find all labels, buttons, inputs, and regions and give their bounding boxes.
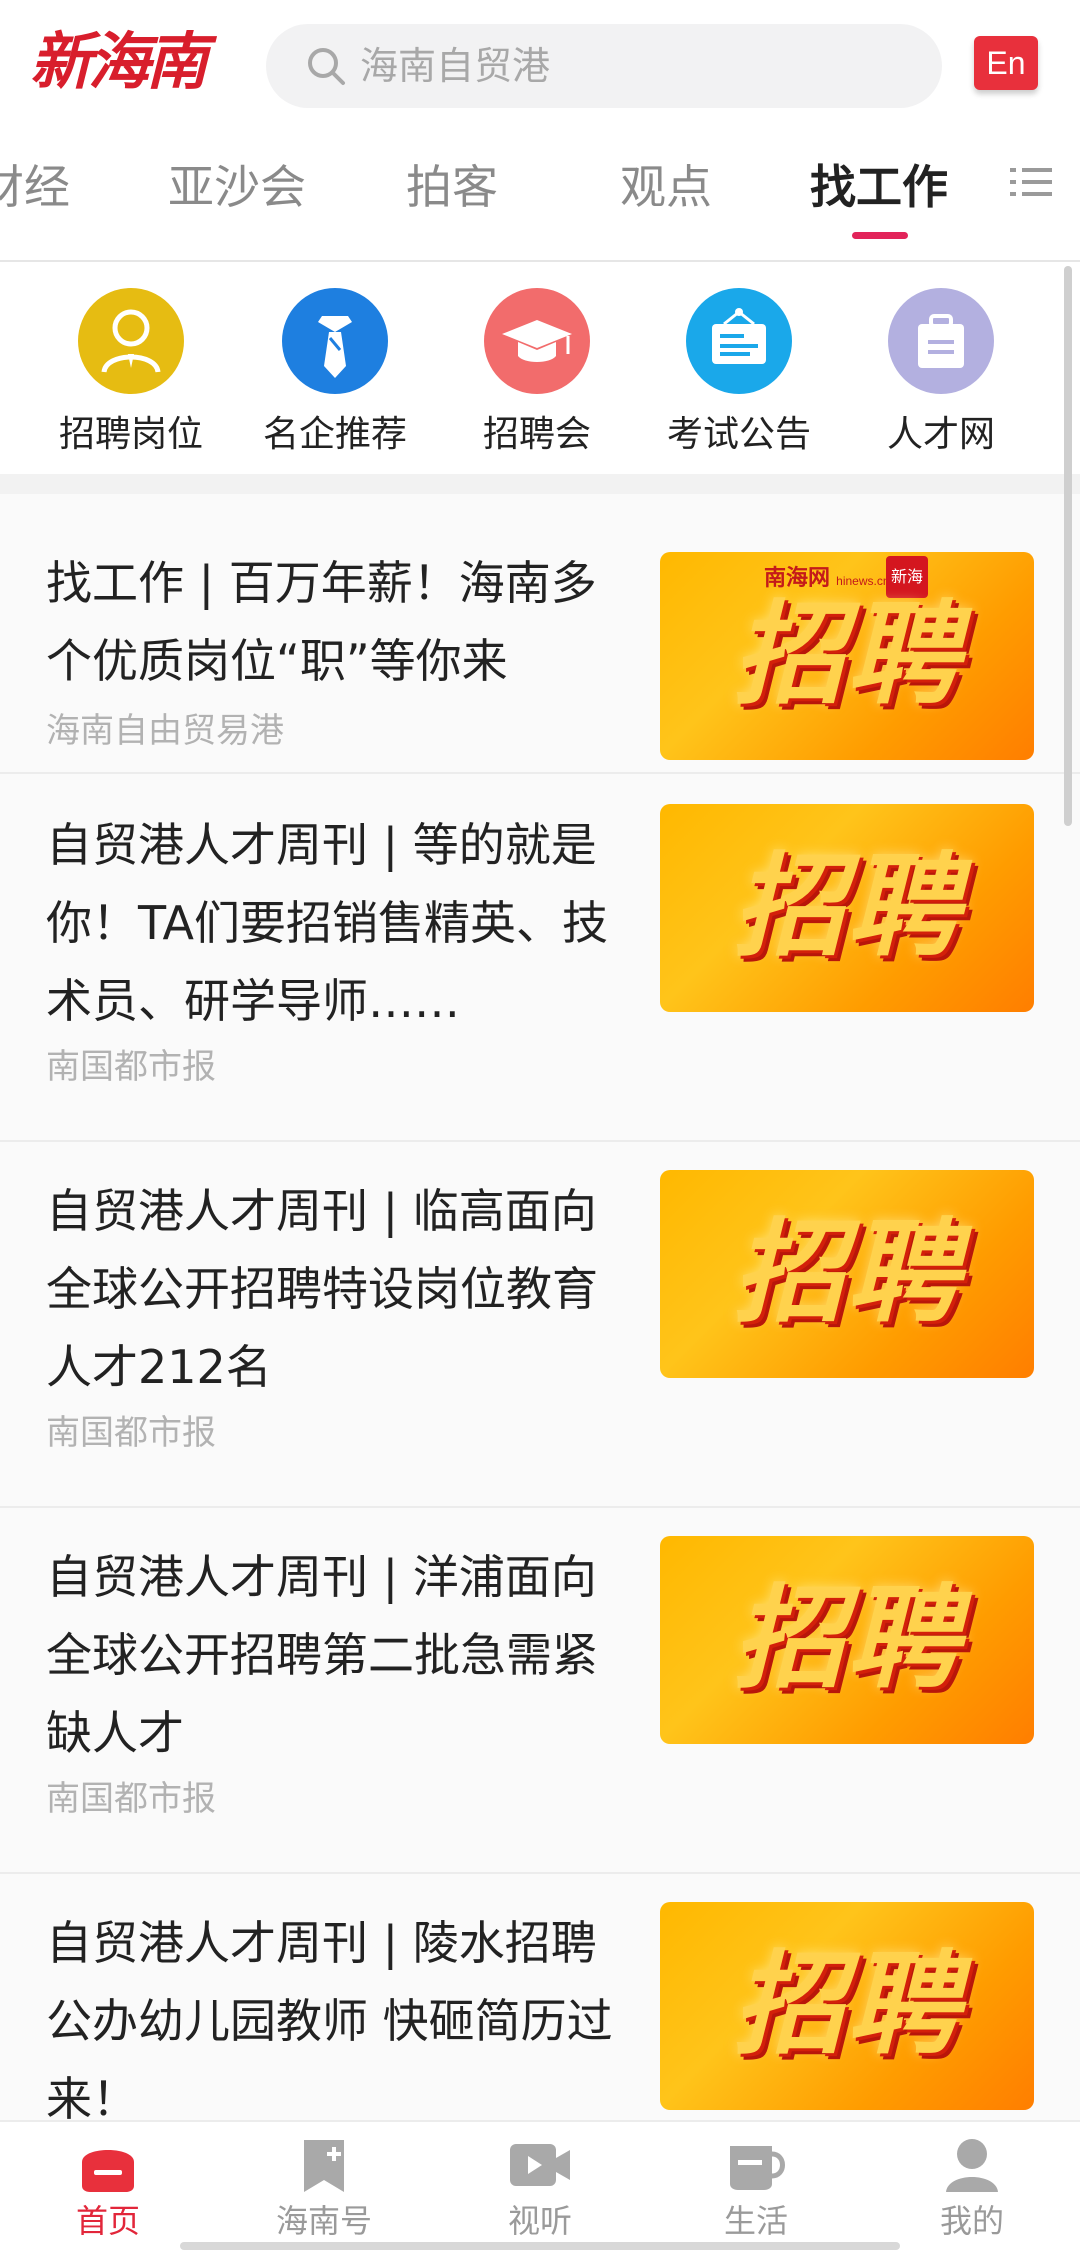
home-icon [82, 2150, 134, 2192]
category-exam-notice[interactable]: 考试公告 [644, 278, 834, 468]
news-title: 找工作 | 百万年薪！海南多个优质岗位“职”等你来 [46, 556, 597, 688]
recruitment-banner-text: 招聘 [733, 1573, 961, 1704]
news-item[interactable]: 自贸港人才周刊 | 陵水招聘公办幼儿园教师 快砸简历过来！ 招聘 [0, 1874, 1080, 2120]
news-source: 南国都市报 [46, 1413, 216, 1453]
category-label: 人才网 [886, 414, 995, 455]
news-title: 自贸港人才周刊 | 临高面向全球公开招聘特设岗位教育人才212名 [46, 1184, 598, 1394]
category-famous-companies[interactable]: 名企推荐 [240, 278, 430, 468]
news-source: 南国都市报 [46, 1779, 216, 1819]
top-header: 新海南 海南自贸港 En [0, 0, 1080, 122]
news-thumbnail: 招聘 [660, 1170, 1034, 1378]
person-icon [78, 288, 184, 394]
bottom-navigation: 首页 海南号 视听 生活 我的 [0, 2120, 1080, 2250]
news-item[interactable]: 自贸港人才周刊 | 洋浦面向全球公开招聘第二批急需紧缺人才 南国都市报 招聘 [0, 1508, 1080, 1874]
home-indicator[interactable] [180, 2242, 900, 2250]
tie-icon [282, 288, 388, 394]
news-thumbnail: 南海网 hinews.cn 新海南 招聘 [660, 552, 1034, 760]
video-icon [510, 2144, 570, 2186]
news-title: 自贸港人才周刊 | 洋浦面向全球公开招聘第二批急需紧缺人才 [46, 1550, 598, 1760]
tab-finance[interactable]: 财经 [0, 152, 70, 222]
news-title: 自贸港人才周刊 | 等的就是你！TA们要招销售精英、技术员、研学导师…… [46, 818, 608, 1028]
nav-label: 视听 [507, 2202, 572, 2240]
language-toggle-button[interactable]: En [974, 36, 1038, 90]
category-talent-network[interactable]: 人才网 [846, 278, 1036, 468]
nav-life[interactable]: 生活 [648, 2122, 864, 2250]
news-item[interactable]: 自贸港人才周刊 | 临高面向全球公开招聘特设岗位教育人才212名 南国都市报 招… [0, 1142, 1080, 1508]
tab-paike[interactable]: 拍客 [406, 152, 498, 222]
news-item[interactable]: 自贸港人才周刊 | 等的就是你！TA们要招销售精英、技术员、研学导师…… 南国都… [0, 776, 1080, 1142]
search-placeholder: 海南自贸港 [360, 44, 551, 88]
job-category-row: 招聘岗位 名企推荐 招聘会 考试公告 人才网 [0, 264, 1080, 474]
news-item[interactable]: 找工作 | 百万年薪！海南多个优质岗位“职”等你来 海南自由贸易港 南海网 hi… [0, 524, 1080, 774]
nav-label: 海南号 [275, 2202, 372, 2240]
nav-me[interactable]: 我的 [864, 2122, 1080, 2250]
bookmark-add-icon [304, 2140, 344, 2192]
channel-menu-icon[interactable] [1010, 164, 1052, 200]
tab-asian-beach-games[interactable]: 亚沙会 [168, 152, 306, 222]
user-icon [946, 2139, 998, 2192]
active-tab-indicator [852, 232, 908, 239]
briefcase-icon [888, 288, 994, 394]
search-bar[interactable]: 海南自贸港 [266, 24, 942, 108]
section-divider [0, 474, 1080, 494]
scrollbar[interactable] [1064, 266, 1072, 826]
app-logo[interactable]: 新海南 [30, 22, 208, 102]
news-title: 自贸港人才周刊 | 陵水招聘公办幼儿园教师 快砸简历过来！ [46, 1916, 613, 2120]
category-label: 名企推荐 [262, 414, 407, 455]
category-job-fair[interactable]: 招聘会 [442, 278, 632, 468]
recruitment-banner-text: 招聘 [733, 589, 961, 720]
channel-tabs: 财经 亚沙会 拍客 观点 找工作 [0, 122, 1080, 262]
tab-find-job[interactable]: 找工作 [810, 152, 948, 222]
nav-label: 首页 [75, 2202, 140, 2240]
news-thumbnail: 招聘 [660, 804, 1034, 1012]
recruitment-banner-text: 招聘 [733, 1939, 961, 2070]
nav-hainan-account[interactable]: 海南号 [216, 2122, 432, 2250]
news-source: 南国都市报 [46, 1047, 216, 1087]
news-source: 海南自由贸易港 [46, 711, 284, 751]
category-label: 考试公告 [666, 414, 811, 455]
nav-home[interactable]: 首页 [0, 2122, 216, 2250]
news-feed: 找工作 | 百万年薪！海南多个优质岗位“职”等你来 海南自由贸易港 南海网 hi… [0, 494, 1080, 2120]
news-thumbnail: 招聘 [660, 1536, 1034, 1744]
category-job-positions[interactable]: 招聘岗位 [36, 278, 226, 468]
recruitment-banner-text: 招聘 [733, 841, 961, 972]
recruitment-banner-text: 招聘 [733, 1207, 961, 1338]
search-icon [308, 48, 345, 85]
tab-opinion[interactable]: 观点 [620, 152, 712, 222]
graduation-cap-icon [484, 288, 590, 394]
news-thumbnail: 招聘 [660, 1902, 1034, 2110]
category-label: 招聘会 [482, 414, 591, 455]
category-label: 招聘岗位 [58, 414, 203, 455]
nav-audio-video[interactable]: 视听 [432, 2122, 648, 2250]
cup-icon [730, 2146, 785, 2190]
nav-label: 生活 [723, 2202, 788, 2240]
nav-label: 我的 [939, 2202, 1004, 2240]
notice-board-icon [686, 288, 792, 394]
